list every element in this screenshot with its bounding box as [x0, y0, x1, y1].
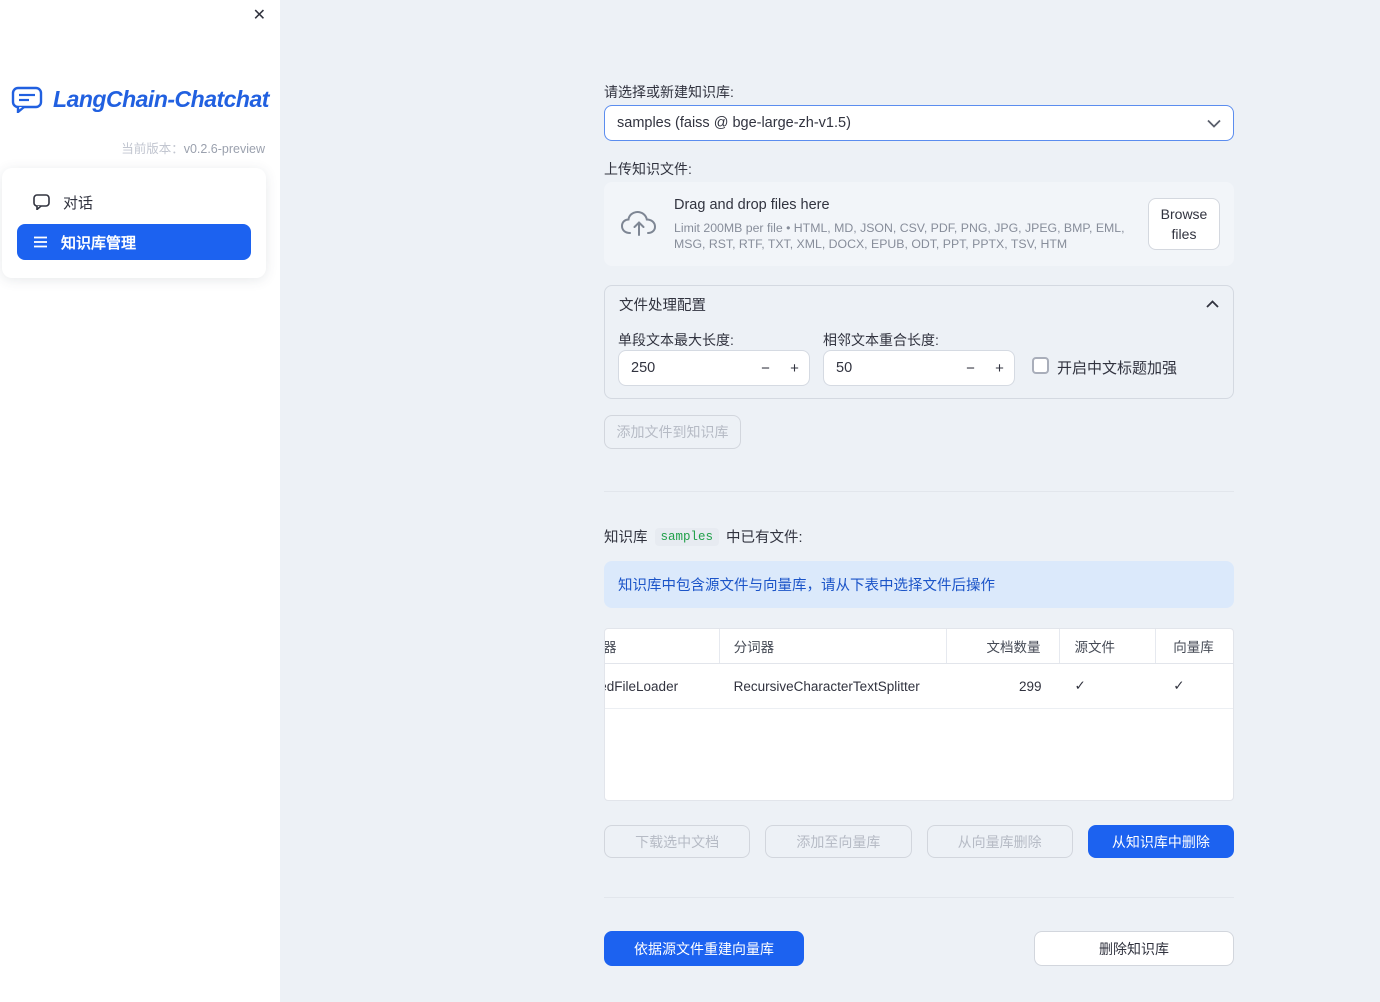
kb-select[interactable]: samples (faiss @ bge-large-zh-v1.5) [604, 105, 1234, 141]
list-icon [33, 235, 48, 249]
file-action-buttons: 下载选中文档 添加至向量库 从向量库删除 从知识库中删除 [604, 825, 1234, 858]
sidebar: ✕ LangChain-Chatchat 当前版本：v0.2.6-preview [0, 0, 280, 1002]
col-header-doc-count[interactable]: 文档数量 [947, 629, 1060, 663]
download-selected-button[interactable]: 下载选中文档 [604, 825, 751, 858]
divider [604, 491, 1234, 492]
cell-splitter: RecursiveCharacterTextSplitter [733, 678, 920, 694]
max-length-decrement-button[interactable]: − [751, 351, 780, 385]
version-info: 当前版本：v0.2.6-preview [121, 138, 265, 157]
kb-files-heading: 知识库 samples 中已有文件: [604, 526, 1234, 547]
cell-vector-check: ✓ [1173, 678, 1185, 693]
divider [604, 897, 1234, 898]
page: ✕ LangChain-Chatchat 当前版本：v0.2.6-preview [0, 0, 1380, 1002]
chevron-down-icon [1207, 119, 1221, 128]
sidebar-item-chat[interactable]: 对话 [17, 184, 251, 220]
upload-label: 上传知识文件: [604, 161, 692, 177]
logo-chat-icon [11, 86, 45, 113]
add-to-vector-store-button[interactable]: 添加至向量库 [765, 825, 912, 858]
info-banner-text: 知识库中包含源文件与向量库，请从下表中选择文件后操作 [618, 578, 995, 594]
overlap-increment-button[interactable]: + [985, 351, 1014, 385]
sidebar-item-knowledge-base[interactable]: 知识库管理 [17, 224, 251, 260]
app-logo: LangChain-Chatchat [0, 86, 280, 113]
kb-bottom-buttons: 依据源文件重建向量库 删除知识库 [604, 931, 1234, 966]
col-header-splitter[interactable]: 分词器 [720, 629, 947, 663]
delete-from-vector-store-button[interactable]: 从向量库删除 [926, 825, 1073, 858]
max-length-label: 单段文本最大长度: [618, 332, 734, 348]
files-table-header: 文档加载器 分词器 文档数量 源文件 向量库 [605, 629, 1233, 664]
max-length-input[interactable]: 250 − + [618, 350, 810, 386]
version-value: v0.2.6-preview [183, 142, 265, 156]
file-uploader-dropzone[interactable]: Drag and drop files here Limit 200MB per… [604, 182, 1234, 266]
table-row[interactable]: UnstructuredFileLoader RecursiveCharacte… [605, 664, 1233, 709]
sidebar-menu: 对话 知识库管理 [2, 168, 266, 278]
kb-files-suffix: 中已有文件: [726, 530, 803, 546]
zh-title-checkbox-label[interactable]: 开启中文标题加强 [1057, 357, 1177, 378]
add-files-to-kb-button[interactable]: 添加文件到知识库 [604, 415, 741, 449]
logo-text: LangChain-Chatchat [53, 86, 269, 112]
version-label: 当前版本： [121, 142, 184, 156]
close-sidebar-icon[interactable]: ✕ [253, 8, 266, 24]
kb-name-code: samples [654, 527, 720, 546]
overlap-decrement-button[interactable]: − [956, 351, 985, 385]
sidebar-item-kb-label: 知识库管理 [61, 234, 137, 252]
sidebar-item-chat-label: 对话 [63, 194, 94, 212]
uploader-texts: Drag and drop files here Limit 200MB per… [674, 197, 1132, 252]
cloud-upload-icon [620, 209, 658, 239]
kb-select-label: 请选择或新建知识库: [604, 84, 734, 100]
col-header-source-file[interactable]: 源文件 [1060, 629, 1157, 663]
delete-from-kb-button[interactable]: 从知识库中删除 [1087, 825, 1234, 858]
delete-kb-button[interactable]: 删除知识库 [1034, 931, 1234, 966]
file-config-expander: 文件处理配置 单段文本最大长度: 相邻文本重合长度: 250 − + 50 − … [604, 285, 1234, 399]
chevron-up-icon [1206, 300, 1219, 308]
main-content: 请选择或新建知识库: samples (faiss @ bge-large-zh… [604, 0, 1234, 1002]
upload-limit-text: Limit 200MB per file • HTML, MD, JSON, C… [674, 220, 1125, 251]
kb-select-value: samples (faiss @ bge-large-zh-v1.5) [617, 115, 851, 131]
cell-loader: UnstructuredFileLoader [605, 678, 679, 694]
overlap-label: 相邻文本重合长度: [823, 332, 939, 348]
max-length-value[interactable]: 250 [619, 360, 751, 376]
overlap-input[interactable]: 50 − + [823, 350, 1015, 386]
cell-source-check: ✓ [1074, 678, 1086, 693]
browse-files-button[interactable]: Browse files [1148, 198, 1220, 250]
col-header-loader[interactable]: 文档加载器 [605, 629, 720, 663]
file-config-title: 文件处理配置 [619, 297, 706, 314]
kb-files-prefix: 知识库 [604, 530, 648, 546]
rebuild-vector-store-button[interactable]: 依据源文件重建向量库 [604, 931, 804, 966]
zh-title-checkbox[interactable] [1032, 357, 1049, 374]
chat-bubble-icon [33, 194, 50, 210]
cell-doc-count: 299 [1018, 678, 1042, 694]
max-length-increment-button[interactable]: + [780, 351, 809, 385]
overlap-value[interactable]: 50 [824, 360, 956, 376]
drag-drop-text: Drag and drop files here [674, 196, 830, 213]
info-banner: 知识库中包含源文件与向量库，请从下表中选择文件后操作 [604, 561, 1234, 608]
files-table[interactable]: 文档加载器 分词器 文档数量 源文件 向量库 UnstructuredFileL… [604, 628, 1234, 801]
file-config-expander-header[interactable]: 文件处理配置 [605, 286, 1233, 322]
col-header-vector-store[interactable]: 向量库 [1156, 629, 1233, 663]
